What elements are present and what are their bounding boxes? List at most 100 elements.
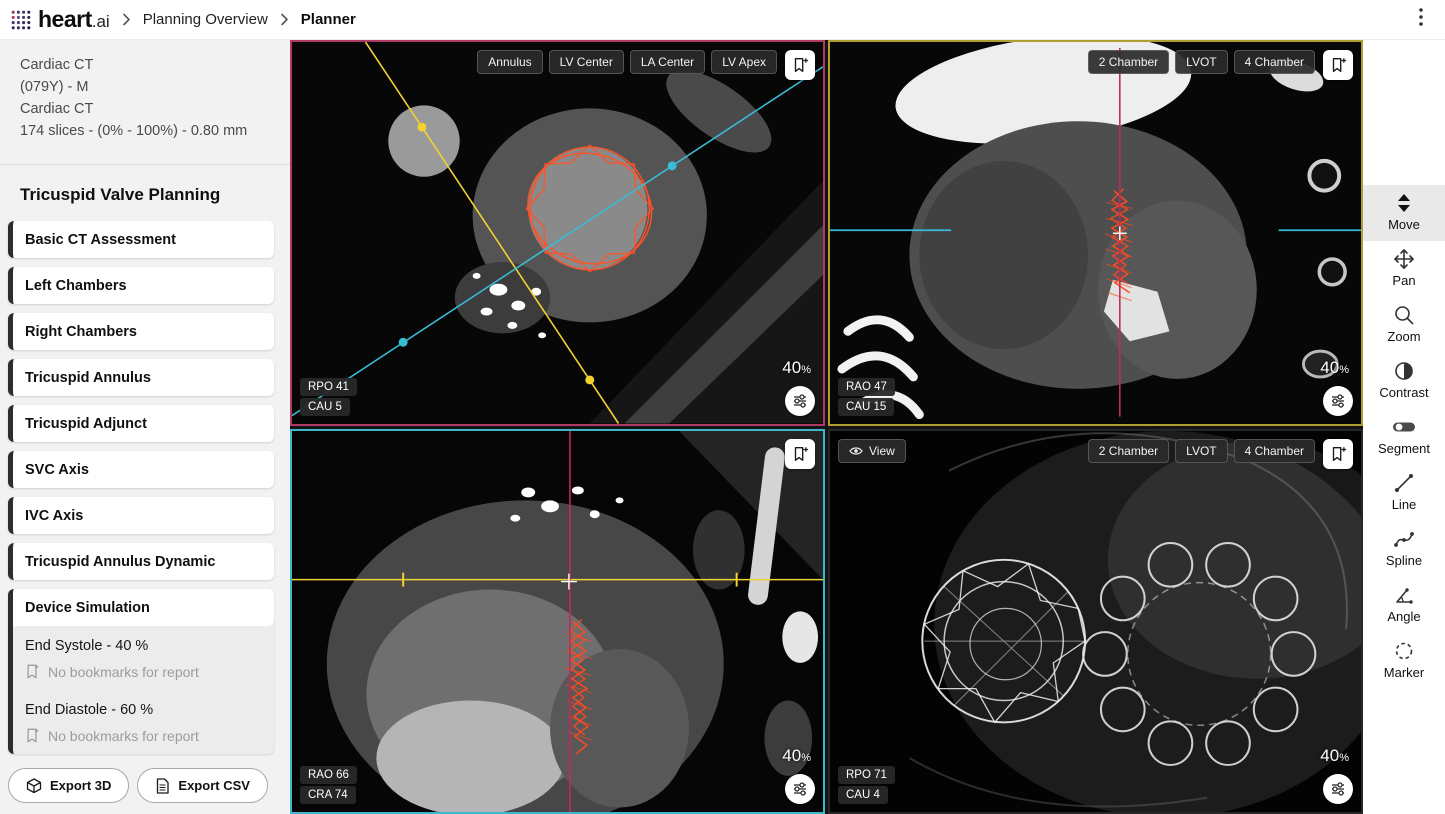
- marker-icon: [1395, 642, 1413, 660]
- export-csv-icon: [157, 777, 170, 794]
- zoom-icon: [1395, 306, 1414, 325]
- tag-annulus[interactable]: Annulus: [477, 50, 543, 74]
- viewport-bottom-left[interactable]: RAO 66 CRA 74 40%: [290, 428, 825, 814]
- tool-move[interactable]: Move: [1363, 185, 1445, 241]
- tool-spline[interactable]: Spline: [1363, 521, 1445, 577]
- view-badge[interactable]: View: [838, 438, 906, 463]
- tag-la-center[interactable]: LA Center: [629, 50, 706, 74]
- export-csv-button[interactable]: Export CSV: [137, 768, 268, 803]
- breadcrumb-planner[interactable]: Planner: [301, 11, 356, 28]
- step-label: Tricuspid Adjunct: [25, 415, 147, 432]
- bookmark-add-button[interactable]: [1323, 50, 1353, 80]
- spline-icon: [1394, 532, 1414, 547]
- tag-lv-center[interactable]: LV Center: [548, 50, 624, 74]
- step-label: Left Chambers: [25, 277, 127, 294]
- step-device-simulation[interactable]: Device Simulation: [13, 589, 274, 626]
- phase-percentage: 40%: [782, 358, 811, 378]
- phase-end-systole[interactable]: End Systole - 40 %: [13, 626, 274, 656]
- step-basic-ct-assessment[interactable]: Basic CT Assessment: [8, 221, 274, 258]
- sliders-icon: [794, 782, 806, 796]
- tool-segment[interactable]: Segment: [1363, 409, 1445, 465]
- app-logo[interactable]: heart.ai: [10, 6, 110, 33]
- tool-label: Zoom: [1387, 329, 1421, 344]
- viewport-tags: 2 Chamber LVOT 4 Chamber: [1087, 438, 1315, 463]
- window-level-button[interactable]: [1323, 774, 1353, 804]
- bookmark-add-button[interactable]: [1323, 438, 1353, 469]
- tool-label: Pan: [1392, 273, 1416, 288]
- phase-value: 40: [1320, 746, 1340, 765]
- orientation-line-1: RPO 41: [300, 377, 357, 396]
- step-tricuspid-annulus-dynamic[interactable]: Tricuspid Annulus Dynamic: [8, 543, 274, 580]
- bookmark-note-row: No bookmarks for report: [13, 720, 274, 754]
- viewport-top-left[interactable]: Annulus LV Center LA Center LV Apex RPO …: [290, 40, 825, 426]
- bookmark-add-icon: [794, 446, 809, 461]
- step-left-chambers[interactable]: Left Chambers: [8, 267, 274, 304]
- device-simulation-group: Device Simulation End Systole - 40 % No …: [8, 589, 274, 754]
- kebab-menu-icon[interactable]: [1413, 4, 1429, 35]
- bookmark-add-button[interactable]: [785, 50, 815, 80]
- phase-value: 40: [782, 357, 802, 377]
- window-level-button[interactable]: [1323, 385, 1353, 416]
- chevron-right-icon: [122, 13, 131, 26]
- sliders-icon: [794, 393, 806, 408]
- tag-lv-apex[interactable]: LV Apex: [711, 50, 777, 74]
- step-right-chambers[interactable]: Right Chambers: [8, 313, 274, 350]
- export-3d-button[interactable]: Export 3D: [8, 768, 130, 803]
- bookmark-add-button[interactable]: [785, 438, 815, 469]
- step-tricuspid-adjunct[interactable]: Tricuspid Adjunct: [8, 405, 274, 442]
- sliders-icon: [1332, 393, 1344, 408]
- volume-render-scene[interactable]: [830, 430, 1361, 813]
- phase-percentage: 40%: [782, 746, 811, 766]
- orientation-readout: RAO 66 CRA 74: [300, 766, 357, 804]
- line-icon: [1395, 474, 1413, 492]
- logo-text-suffix: .ai: [91, 12, 110, 31]
- viewport-top-right[interactable]: 2 Chamber LVOT 4 Chamber RAO 47 CAU 15 4…: [828, 40, 1363, 426]
- bookmark-add-icon: [794, 58, 809, 72]
- window-level-button[interactable]: [785, 774, 815, 804]
- tag-4-chamber[interactable]: 4 Chamber: [1233, 50, 1315, 74]
- ct-scene-long-axis[interactable]: [830, 42, 1361, 424]
- tool-line[interactable]: Line: [1363, 465, 1445, 521]
- step-ivc-axis[interactable]: IVC Axis: [8, 497, 274, 534]
- tag-4-chamber[interactable]: 4 Chamber: [1233, 438, 1315, 463]
- viewport-bottom-right[interactable]: View 2 Chamber LVOT 4 Chamber RPO 71 CAU…: [828, 428, 1363, 814]
- sliders-icon: [1332, 782, 1344, 796]
- ct-scene-short-axis[interactable]: [292, 430, 823, 813]
- patient-info: Cardiac CT (079Y) - M Cardiac CT 174 sli…: [0, 40, 290, 164]
- tool-angle[interactable]: Angle: [1363, 577, 1445, 633]
- tool-contrast[interactable]: Contrast: [1363, 353, 1445, 409]
- step-tricuspid-annulus[interactable]: Tricuspid Annulus: [8, 359, 274, 396]
- patient-series: Cardiac CT: [20, 101, 94, 117]
- orientation-line-1: RAO 47: [838, 377, 895, 396]
- tag-lvot[interactable]: LVOT: [1175, 50, 1228, 74]
- bookmark-note-text: No bookmarks for report: [48, 663, 199, 680]
- pan-icon: [1394, 249, 1414, 269]
- orientation-line-1: RPO 71: [838, 766, 895, 784]
- orientation-readout: RAO 47 CAU 15: [838, 377, 895, 416]
- tool-label: Angle: [1387, 609, 1421, 624]
- step-label: Tricuspid Annulus Dynamic: [25, 553, 216, 570]
- tool-pan[interactable]: Pan: [1363, 241, 1445, 297]
- phase-value: 40: [1320, 357, 1340, 377]
- window-level-button[interactable]: [785, 385, 815, 416]
- step-svc-axis[interactable]: SVC Axis: [8, 451, 274, 488]
- orientation-line-1: RAO 66: [300, 766, 357, 784]
- tool-label: Segment: [1377, 441, 1431, 456]
- phase-end-diastole[interactable]: End Diastole - 60 %: [13, 690, 274, 720]
- export-3d-label: Export 3D: [50, 778, 112, 793]
- tag-2-chamber[interactable]: 2 Chamber: [1087, 50, 1170, 74]
- planning-steps-list: Basic CT Assessment Left Chambers Right …: [0, 221, 290, 814]
- app-root: heart.ai Planning Overview Planner Cardi…: [0, 0, 1445, 814]
- top-bar: heart.ai Planning Overview Planner: [0, 0, 1445, 40]
- breadcrumb-planning-overview[interactable]: Planning Overview: [143, 11, 268, 28]
- tool-zoom[interactable]: Zoom: [1363, 297, 1445, 353]
- contrast-icon: [1395, 362, 1413, 380]
- export-3d-icon: [26, 777, 42, 793]
- phase-unit: %: [1339, 752, 1349, 764]
- ct-scene-axial[interactable]: [292, 42, 823, 424]
- eye-icon: [849, 446, 863, 455]
- step-label: IVC Axis: [25, 507, 84, 524]
- tool-marker[interactable]: Marker: [1363, 633, 1445, 689]
- tag-2-chamber[interactable]: 2 Chamber: [1087, 438, 1170, 463]
- tag-lvot[interactable]: LVOT: [1175, 438, 1228, 463]
